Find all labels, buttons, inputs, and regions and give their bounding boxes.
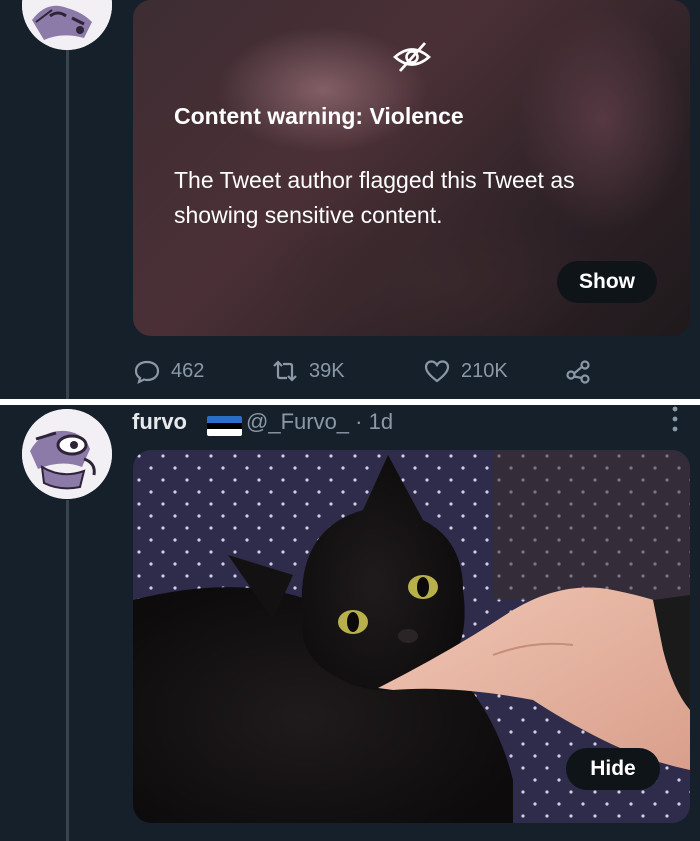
tweet-actions: 462 39K 210K <box>133 354 603 388</box>
display-name[interactable]: furvo <box>132 409 187 435</box>
like-icon <box>424 360 450 383</box>
thread-line <box>66 0 69 399</box>
avatar[interactable] <box>22 0 112 50</box>
estonia-flag-icon <box>207 416 242 436</box>
content-warning-body: The Tweet author flagged this Tweet as s… <box>174 167 575 228</box>
retweet-button[interactable]: 39K <box>271 354 345 388</box>
like-count: 210K <box>461 359 508 382</box>
retweet-count: 39K <box>309 359 345 382</box>
reply-count: 462 <box>171 359 205 382</box>
more-icon[interactable] <box>670 404 680 434</box>
thread-line <box>66 500 69 841</box>
share-button[interactable] <box>565 354 603 388</box>
handle-and-time[interactable]: @_Furvo_ · 1d <box>246 409 393 435</box>
show-button[interactable]: Show <box>557 261 657 303</box>
share-icon <box>566 360 590 384</box>
reply-icon <box>134 360 160 385</box>
content-warning-title: Content warning: Violence <box>174 103 464 129</box>
hide-button[interactable]: Hide <box>566 748 660 790</box>
avatar[interactable] <box>22 409 112 499</box>
tweet-top: Content warning: Violence The Tweet auth… <box>0 0 700 399</box>
like-button[interactable]: 210K <box>423 354 508 388</box>
retweet-icon <box>273 360 297 382</box>
eye-off-icon <box>393 42 431 72</box>
reply-button[interactable]: 462 <box>133 354 204 388</box>
